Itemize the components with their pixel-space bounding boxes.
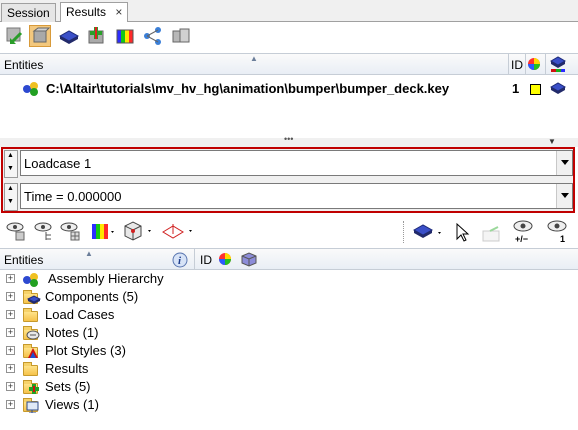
entities-column-header[interactable]: Entities bbox=[4, 58, 43, 72]
grouped-parts-icon[interactable] bbox=[170, 25, 192, 47]
folder-icon bbox=[22, 361, 40, 377]
panel-splitter[interactable]: ••• ▼ bbox=[0, 134, 578, 147]
sets-icon bbox=[22, 379, 40, 395]
tab-session[interactable]: Session bbox=[1, 3, 56, 22]
entities-header-bottom: Entities ▲ i ID bbox=[0, 248, 578, 270]
spinner-up-icon[interactable]: ▲ bbox=[7, 185, 14, 192]
tree-item[interactable]: + Load Cases bbox=[0, 306, 578, 324]
expand-icon[interactable]: + bbox=[6, 382, 15, 391]
spinner-down-icon[interactable]: ▼ bbox=[7, 198, 14, 205]
chevron-down-icon[interactable] bbox=[556, 184, 572, 208]
expand-icon[interactable]: + bbox=[6, 328, 15, 337]
expand-icon[interactable]: + bbox=[6, 400, 15, 409]
tree-item-label: Results bbox=[45, 361, 89, 376]
tree-item-label: Views (1) bbox=[45, 397, 99, 412]
entity-toolbar: +/− 1 bbox=[0, 216, 578, 248]
display-layer-icon[interactable] bbox=[549, 80, 567, 99]
folder-icon bbox=[22, 307, 40, 323]
expand-icon[interactable]: + bbox=[6, 364, 15, 373]
spinner-down-icon[interactable]: ▼ bbox=[7, 165, 14, 172]
eye-tree-icon[interactable] bbox=[34, 220, 56, 245]
tree-item[interactable]: + Components (5) bbox=[0, 288, 578, 306]
expand-icon[interactable]: + bbox=[6, 292, 15, 301]
tree-item[interactable]: + Results bbox=[0, 360, 578, 378]
eye-grid-icon[interactable] bbox=[60, 220, 82, 245]
tree-item-label: Notes (1) bbox=[45, 325, 99, 340]
tree-item-label: Assembly Hierarchy bbox=[48, 271, 164, 286]
display-mode-icon[interactable] bbox=[412, 222, 446, 245]
results-toolbar bbox=[0, 22, 578, 52]
loadcase-time-selector: ▲ ▼ Loadcase 1 ▲ ▼ Time = 0.000000 bbox=[1, 147, 575, 213]
file-id: 1 bbox=[512, 81, 520, 96]
contour-icon[interactable] bbox=[114, 25, 136, 47]
tree-item-label: Sets (5) bbox=[45, 379, 91, 394]
tree-item[interactable]: + Sets (5) bbox=[0, 378, 578, 396]
transparency-icon[interactable] bbox=[480, 224, 504, 247]
layer-icon[interactable] bbox=[58, 25, 80, 47]
tree-item-label: Plot Styles (3) bbox=[45, 343, 126, 358]
tree-item[interactable]: + Plot Styles (3) bbox=[0, 342, 578, 360]
assembly-icon bbox=[22, 80, 40, 99]
time-value: Time = 0.000000 bbox=[24, 189, 122, 204]
expand-icon[interactable]: + bbox=[6, 274, 15, 283]
eye-filter-icon[interactable] bbox=[6, 220, 28, 245]
isolate-label: 1 bbox=[560, 234, 566, 244]
assembly-icon bbox=[22, 271, 40, 287]
time-dropdown[interactable]: Time = 0.000000 bbox=[20, 183, 573, 209]
components-icon bbox=[22, 289, 41, 305]
views-icon bbox=[22, 397, 40, 413]
tab-session-label: Session bbox=[7, 6, 50, 20]
collapse-arrow-icon[interactable]: ▼ bbox=[548, 137, 556, 146]
mesh-cube-icon[interactable] bbox=[122, 220, 156, 245]
tree-item-label: Load Cases bbox=[45, 307, 115, 322]
color-wheel-icon[interactable] bbox=[527, 57, 541, 74]
chevron-down-icon[interactable] bbox=[556, 151, 572, 175]
loadcase-spinner[interactable]: ▲ ▼ bbox=[4, 150, 18, 178]
loadcase-value: Loadcase 1 bbox=[24, 156, 92, 171]
tree-item[interactable]: + Notes (1) bbox=[0, 324, 578, 342]
plot-styles-icon bbox=[22, 343, 40, 359]
component-view-icon[interactable] bbox=[29, 25, 51, 47]
show-hide-label: +/− bbox=[515, 234, 529, 244]
select-cursor-icon[interactable] bbox=[454, 222, 470, 245]
cube-icon[interactable] bbox=[240, 251, 258, 270]
color-swatch[interactable] bbox=[530, 84, 541, 95]
tree-item[interactable]: + Views (1) bbox=[0, 396, 578, 414]
add-assembly-icon[interactable] bbox=[86, 25, 108, 47]
time-spinner[interactable]: ▲ ▼ bbox=[4, 183, 18, 211]
tab-bar: Session Results × bbox=[0, 0, 578, 22]
id-column-header[interactable]: ID bbox=[200, 253, 212, 267]
contour-legend-icon[interactable] bbox=[90, 222, 116, 245]
notes-icon bbox=[22, 325, 40, 341]
tree-item-label: Components (5) bbox=[45, 289, 139, 304]
id-column-header[interactable]: ID bbox=[511, 58, 523, 72]
expand-icon[interactable]: + bbox=[6, 310, 15, 319]
entities-column-header[interactable]: Entities bbox=[4, 253, 43, 267]
entities-header-top: Entities ▲ ID bbox=[0, 53, 578, 75]
display-style-icon[interactable] bbox=[549, 55, 567, 76]
load-results-icon[interactable] bbox=[4, 25, 26, 47]
sort-arrow-icon: ▲ bbox=[250, 54, 258, 63]
sort-arrow-icon: ▲ bbox=[85, 249, 93, 258]
section-plane-icon[interactable] bbox=[160, 220, 196, 245]
expand-icon[interactable]: + bbox=[6, 346, 15, 355]
hierarchy-icon[interactable] bbox=[142, 25, 164, 47]
tree-item[interactable]: + Assembly Hierarchy bbox=[0, 270, 578, 288]
spinner-up-icon[interactable]: ▲ bbox=[7, 152, 14, 159]
tab-results[interactable]: Results × bbox=[60, 2, 129, 22]
results-file-row[interactable]: C:\Altair\tutorials\mv_hv_hg\animation\b… bbox=[0, 79, 578, 99]
tab-results-label: Results bbox=[66, 5, 107, 19]
loadcase-dropdown[interactable]: Loadcase 1 bbox=[20, 150, 573, 176]
close-icon[interactable]: × bbox=[115, 5, 122, 19]
color-wheel-icon[interactable] bbox=[218, 252, 232, 269]
splitter-grip: ••• bbox=[284, 134, 294, 144]
file-path: C:\Altair\tutorials\mv_hv_hg\animation\b… bbox=[46, 81, 450, 96]
info-icon[interactable]: i bbox=[172, 252, 188, 271]
